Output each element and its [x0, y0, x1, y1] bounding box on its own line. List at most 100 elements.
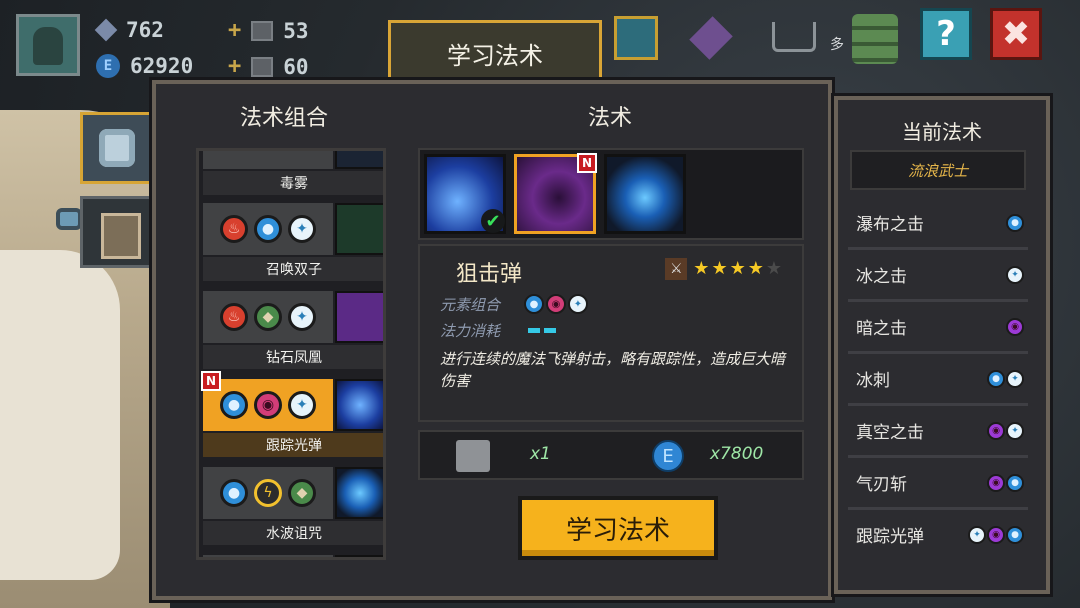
spell-variants-strip: ✔ N — [418, 148, 804, 240]
shopping-cart-icon[interactable] — [772, 22, 816, 52]
star-icon: ★ — [747, 258, 764, 279]
item-a-amount: 53 — [283, 18, 309, 43]
side-tab-spells[interactable] — [80, 112, 154, 184]
add-icon: + — [228, 54, 242, 79]
water-drop-icon: ● — [987, 370, 1005, 388]
water-drop-icon: ● — [1006, 474, 1024, 492]
scroll-cost-amount: x1 — [530, 444, 551, 464]
combo-spell-thumbnail — [335, 151, 383, 169]
fire-icon: ♨ — [220, 215, 248, 243]
combo-card[interactable]: ● ϟ ◆ 水波诅咒 — [203, 467, 383, 547]
dark-orb-icon: ◉ — [987, 422, 1005, 440]
combo-name: 跟踪光弹 — [203, 433, 383, 457]
combo-card[interactable] — [203, 555, 383, 557]
combo-card[interactable]: ♨ ● ✦ 召唤双子 — [203, 203, 383, 283]
gem-icon — [94, 18, 118, 42]
item-a-counter[interactable]: + 53 — [228, 18, 309, 43]
spell-variant-slot-selected[interactable]: N — [514, 153, 597, 234]
close-button[interactable]: ✖ — [990, 8, 1042, 60]
current-spell-item[interactable]: 暗之击 ◉ — [848, 302, 1028, 354]
dark-orb-icon: ◉ — [1006, 318, 1024, 336]
gem-amount: 762 — [126, 18, 164, 42]
current-spell-item[interactable]: 冰刺 ● ✦ — [848, 354, 1028, 406]
sword-icon: ⚔ — [665, 258, 688, 280]
current-spell-label: 瀑布之击 — [856, 215, 924, 235]
combos-title: 法术组合 — [240, 106, 329, 131]
water-drop-icon: ● — [1006, 526, 1024, 544]
water-drop-icon: ● — [254, 215, 282, 243]
combo-card-selected[interactable]: N ● ◉ ✦ 跟踪光弹 — [201, 371, 383, 459]
combo-name: 钻石凤凰 — [203, 345, 383, 369]
combo-name: 毒雾 — [203, 171, 383, 195]
combo-spell-thumbnail — [335, 555, 383, 557]
treasure-chest-icon[interactable] — [614, 16, 658, 60]
current-spell-item[interactable]: 跟踪光弹 ✦ ◉ ● — [848, 510, 1028, 562]
learn-spell-button[interactable]: 学习法术 — [518, 496, 718, 560]
ice-crystal-icon: ✦ — [1006, 370, 1024, 388]
scroll-icon — [456, 440, 490, 472]
add-icon: + — [228, 18, 242, 43]
ice-crystal-icon: ✦ — [568, 294, 588, 314]
star-empty-icon: ★ — [765, 258, 782, 279]
spell-combo-list[interactable]: 毒雾 ♨ ● ✦ 召唤双子 ♨ ◆ ✦ 钻石凤凰 N ● ◉ ✦ 跟踪光弹 ● … — [196, 148, 386, 560]
spells-title: 法术 — [588, 106, 633, 131]
spell-rating: ⚔ ★ ★ ★ ★ ★ — [665, 258, 782, 280]
spell-detail: 狙击弹 ⚔ ★ ★ ★ ★ ★ 元素组合 ● ◉ ✦ 法力消耗 进行连续的魔法飞… — [418, 244, 804, 422]
ice-crystal-icon: ✦ — [1006, 266, 1024, 284]
current-spell-label: 冰之击 — [856, 267, 907, 287]
player-avatar[interactable] — [16, 14, 80, 76]
combo-name: 水波诅咒 — [203, 521, 383, 545]
spell-variant-slot[interactable]: ✔ — [424, 154, 506, 234]
mana-cost-bars — [528, 328, 556, 333]
current-spell-item[interactable]: 气刃斩 ◉ ● — [848, 458, 1028, 510]
current-spell-item[interactable]: 瀑布之击 ● — [848, 198, 1028, 250]
current-spell-item[interactable]: 真空之击 ◉ ✦ — [848, 406, 1028, 458]
item-b-counter[interactable]: + 60 — [228, 54, 309, 79]
ice-crystal-icon: ✦ — [288, 391, 316, 419]
coin-cost-amount: x7800 — [710, 444, 764, 464]
dark-orb-icon: ◉ — [987, 526, 1005, 544]
material-box-icon — [251, 56, 274, 77]
side-tab-book[interactable] — [80, 196, 154, 268]
tab-learn-spells[interactable]: 学习法术 — [388, 20, 602, 84]
sage-glasses — [56, 208, 82, 230]
ice-crystal-icon: ✦ — [288, 215, 316, 243]
combo-element-slots — [203, 151, 333, 169]
star-icon: ★ — [693, 258, 710, 279]
current-spell-list: 瀑布之击 ● 冰之击 ✦ 暗之击 ◉ 冰刺 ● ✦ 真空之击 ◉ ✦ 气刃斩 ◉… — [848, 198, 1028, 562]
element-combo-icons: ● ◉ ✦ — [524, 294, 588, 314]
water-drop-icon: ● — [524, 294, 544, 314]
spell-name: 狙击弹 — [456, 262, 523, 287]
ice-crystal-icon: ✦ — [968, 526, 986, 544]
star-icon: ★ — [729, 258, 746, 279]
combo-spell-thumbnail — [335, 379, 383, 431]
sage-character — [0, 110, 170, 608]
water-drop-icon: ● — [220, 391, 248, 419]
coin-icon: E — [652, 440, 684, 472]
new-badge: N — [201, 371, 221, 391]
help-button[interactable]: ? — [920, 8, 972, 60]
new-badge: N — [577, 153, 597, 173]
spell-learning-panel: 法术组合 法术 毒雾 ♨ ● ✦ 召唤双子 ♨ ◆ ✦ 钻石凤凰 N ● ◉ ✦… — [152, 80, 832, 600]
stacked-items-icon[interactable] — [852, 14, 898, 64]
mana-cost-label: 法力消耗 — [440, 322, 501, 340]
ice-crystal-icon: ✦ — [288, 303, 316, 331]
water-drop-icon: ● — [1006, 214, 1024, 232]
dark-orb-icon: ◉ — [254, 391, 282, 419]
combo-element-slots — [203, 555, 333, 557]
combo-element-slots: ♨ ● ✦ — [203, 203, 333, 255]
star-icon: ★ — [711, 258, 728, 279]
coin-amount: 62920 — [130, 54, 194, 78]
combo-card[interactable]: ♨ ◆ ✦ 钻石凤凰 — [203, 291, 383, 371]
dark-orb-icon: ◉ — [987, 474, 1005, 492]
thunder-icon: ϟ — [254, 479, 282, 507]
combo-card[interactable]: 毒雾 — [203, 151, 383, 197]
element-combo-label: 元素组合 — [440, 296, 501, 314]
learn-cost: x1 E x7800 — [418, 430, 804, 480]
spell-description: 进行连续的魔法飞弹射击，略有跟踪性，造成巨大暗伤害 — [440, 350, 786, 390]
current-spell-label: 气刃斩 — [856, 475, 907, 495]
current-spell-item[interactable]: 冰之击 ✦ — [848, 250, 1028, 302]
combo-spell-thumbnail — [335, 203, 383, 255]
spell-variant-slot[interactable] — [604, 154, 686, 234]
coin-counter: E 62920 — [96, 54, 193, 78]
